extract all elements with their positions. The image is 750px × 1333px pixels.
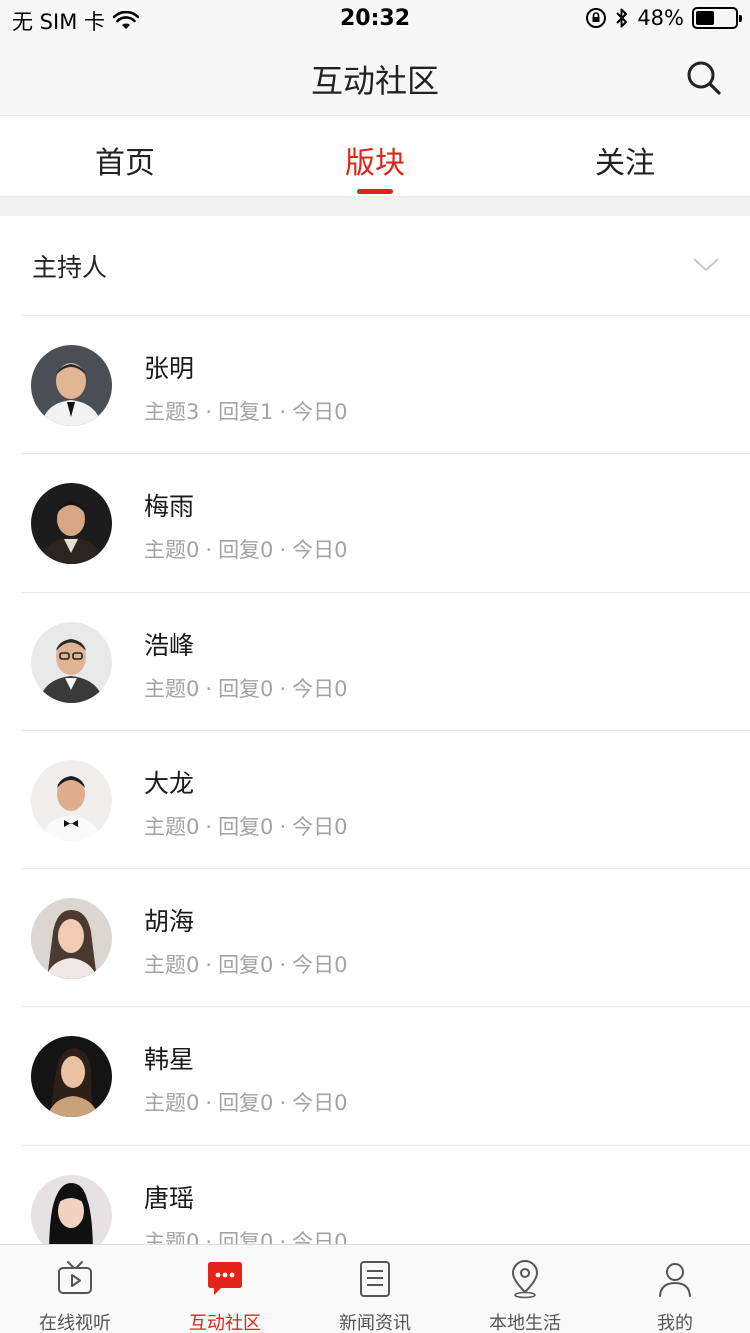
- list-item[interactable]: 梅雨 主题0 · 回复0 · 今日0: [22, 454, 750, 593]
- status-right: 48%: [585, 6, 742, 30]
- host-name: 唐瑶: [144, 1183, 195, 1213]
- tabbar-label: 本地生活: [489, 1313, 561, 1333]
- section-gap: [0, 197, 750, 216]
- location-pin-icon: [512, 1260, 538, 1299]
- reply-count: 回复0: [218, 676, 274, 701]
- tabbar-label: 新闻资讯: [339, 1313, 411, 1333]
- host-name: 梅雨: [144, 492, 195, 522]
- tab-sections-label: 版块: [345, 146, 405, 181]
- news-document-icon: [360, 1261, 390, 1297]
- avatar: [31, 483, 112, 565]
- today-count: 今日0: [292, 676, 348, 701]
- avatar: [31, 759, 112, 841]
- list-item[interactable]: 胡海 主题0 · 回复0 · 今日0: [22, 869, 750, 1008]
- topic-count: 主题0: [144, 676, 200, 701]
- today-count: 今日0: [292, 538, 348, 563]
- today-count: 今日0: [292, 814, 348, 839]
- host-stats: 主题3 · 回复1 · 今日0: [144, 400, 348, 424]
- topic-count: 主题3: [144, 400, 200, 424]
- reply-count: 回复0: [218, 1091, 274, 1116]
- avatar: [31, 621, 112, 703]
- host-stats: 主题0 · 回复0 · 今日0: [144, 953, 348, 978]
- tabbar-item-online-av[interactable]: 在线视听: [0, 1245, 150, 1333]
- avatar: [31, 898, 112, 980]
- tabbar-item-mine[interactable]: 我的: [600, 1245, 750, 1333]
- bottom-tab-bar: 在线视听 互动社区 新闻资讯 本地生活 我的: [0, 1244, 750, 1333]
- status-bar: 无 SIM 卡 20:32 48%: [0, 0, 750, 40]
- tab-follow[interactable]: 关注: [500, 116, 750, 196]
- section-header-hosts[interactable]: 主持人: [0, 216, 750, 316]
- avatar: [31, 345, 112, 426]
- host-name: 张明: [144, 354, 195, 383]
- host-list: 张明 主题3 · 回复1 · 今日0 梅雨 主题0 · 回复0 · 今日0 浩峰…: [0, 316, 750, 1285]
- topic-count: 主题0: [144, 538, 200, 563]
- tab-sections[interactable]: 版块: [250, 116, 500, 196]
- tabbar-item-news[interactable]: 新闻资讯: [300, 1245, 450, 1333]
- reply-count: 回复0: [218, 953, 274, 978]
- battery-fill: [696, 11, 715, 25]
- list-item[interactable]: 浩峰 主题0 · 回复0 · 今日0: [22, 593, 750, 731]
- orientation-lock-icon: [586, 8, 607, 28]
- reply-count: 回复1: [218, 400, 274, 424]
- topic-count: 主题0: [144, 1091, 200, 1116]
- reply-count: 回复0: [218, 538, 274, 563]
- tabbar-item-local-life[interactable]: 本地生活: [450, 1245, 600, 1333]
- host-stats: 主题0 · 回复0 · 今日0: [144, 538, 348, 563]
- host-name: 浩峰: [144, 630, 195, 660]
- search-icon[interactable]: [684, 58, 724, 98]
- host-stats: 主题0 · 回复0 · 今日0: [144, 1091, 348, 1116]
- tabbar-label: 我的: [657, 1313, 693, 1333]
- host-stats: 主题0 · 回复0 · 今日0: [144, 814, 348, 839]
- topic-count: 主题0: [144, 953, 200, 978]
- list-item[interactable]: 大龙 主题0 · 回复0 · 今日0: [22, 731, 750, 870]
- avatar: [31, 1036, 112, 1118]
- host-name: 大龙: [144, 768, 195, 798]
- battery-icon: [692, 7, 742, 29]
- tabbar-label: 在线视听: [39, 1313, 111, 1333]
- list-item[interactable]: 张明 主题3 · 回复1 · 今日0: [22, 316, 750, 455]
- host-name: 胡海: [144, 907, 195, 937]
- person-icon: [659, 1263, 691, 1297]
- tab-follow-label: 关注: [595, 146, 655, 181]
- today-count: 今日0: [292, 400, 348, 424]
- host-name: 韩星: [144, 1045, 195, 1075]
- today-count: 今日0: [292, 953, 348, 978]
- tabbar-item-community[interactable]: 互动社区: [150, 1245, 300, 1333]
- section-title: 主持人: [32, 253, 108, 282]
- tab-home[interactable]: 首页: [0, 116, 250, 196]
- nav-bar: 互动社区: [0, 40, 750, 116]
- battery-percent: 48%: [637, 6, 684, 30]
- bluetooth-icon: [616, 8, 628, 28]
- tab-underline: [357, 189, 393, 194]
- tv-play-icon: [58, 1261, 92, 1294]
- topic-count: 主题0: [144, 814, 200, 839]
- tab-home-label: 首页: [95, 146, 155, 181]
- page-title: 互动社区: [310, 62, 439, 100]
- chevron-down-icon[interactable]: [692, 250, 720, 278]
- today-count: 今日0: [292, 1091, 348, 1116]
- reply-count: 回复0: [218, 814, 274, 839]
- top-tabs: 首页 版块 关注: [0, 116, 750, 197]
- chat-bubble-icon: [208, 1262, 242, 1295]
- list-item[interactable]: 韩星 主题0 · 回复0 · 今日0: [22, 1007, 750, 1146]
- host-stats: 主题0 · 回复0 · 今日0: [144, 676, 348, 701]
- tabbar-label: 互动社区: [189, 1313, 261, 1333]
